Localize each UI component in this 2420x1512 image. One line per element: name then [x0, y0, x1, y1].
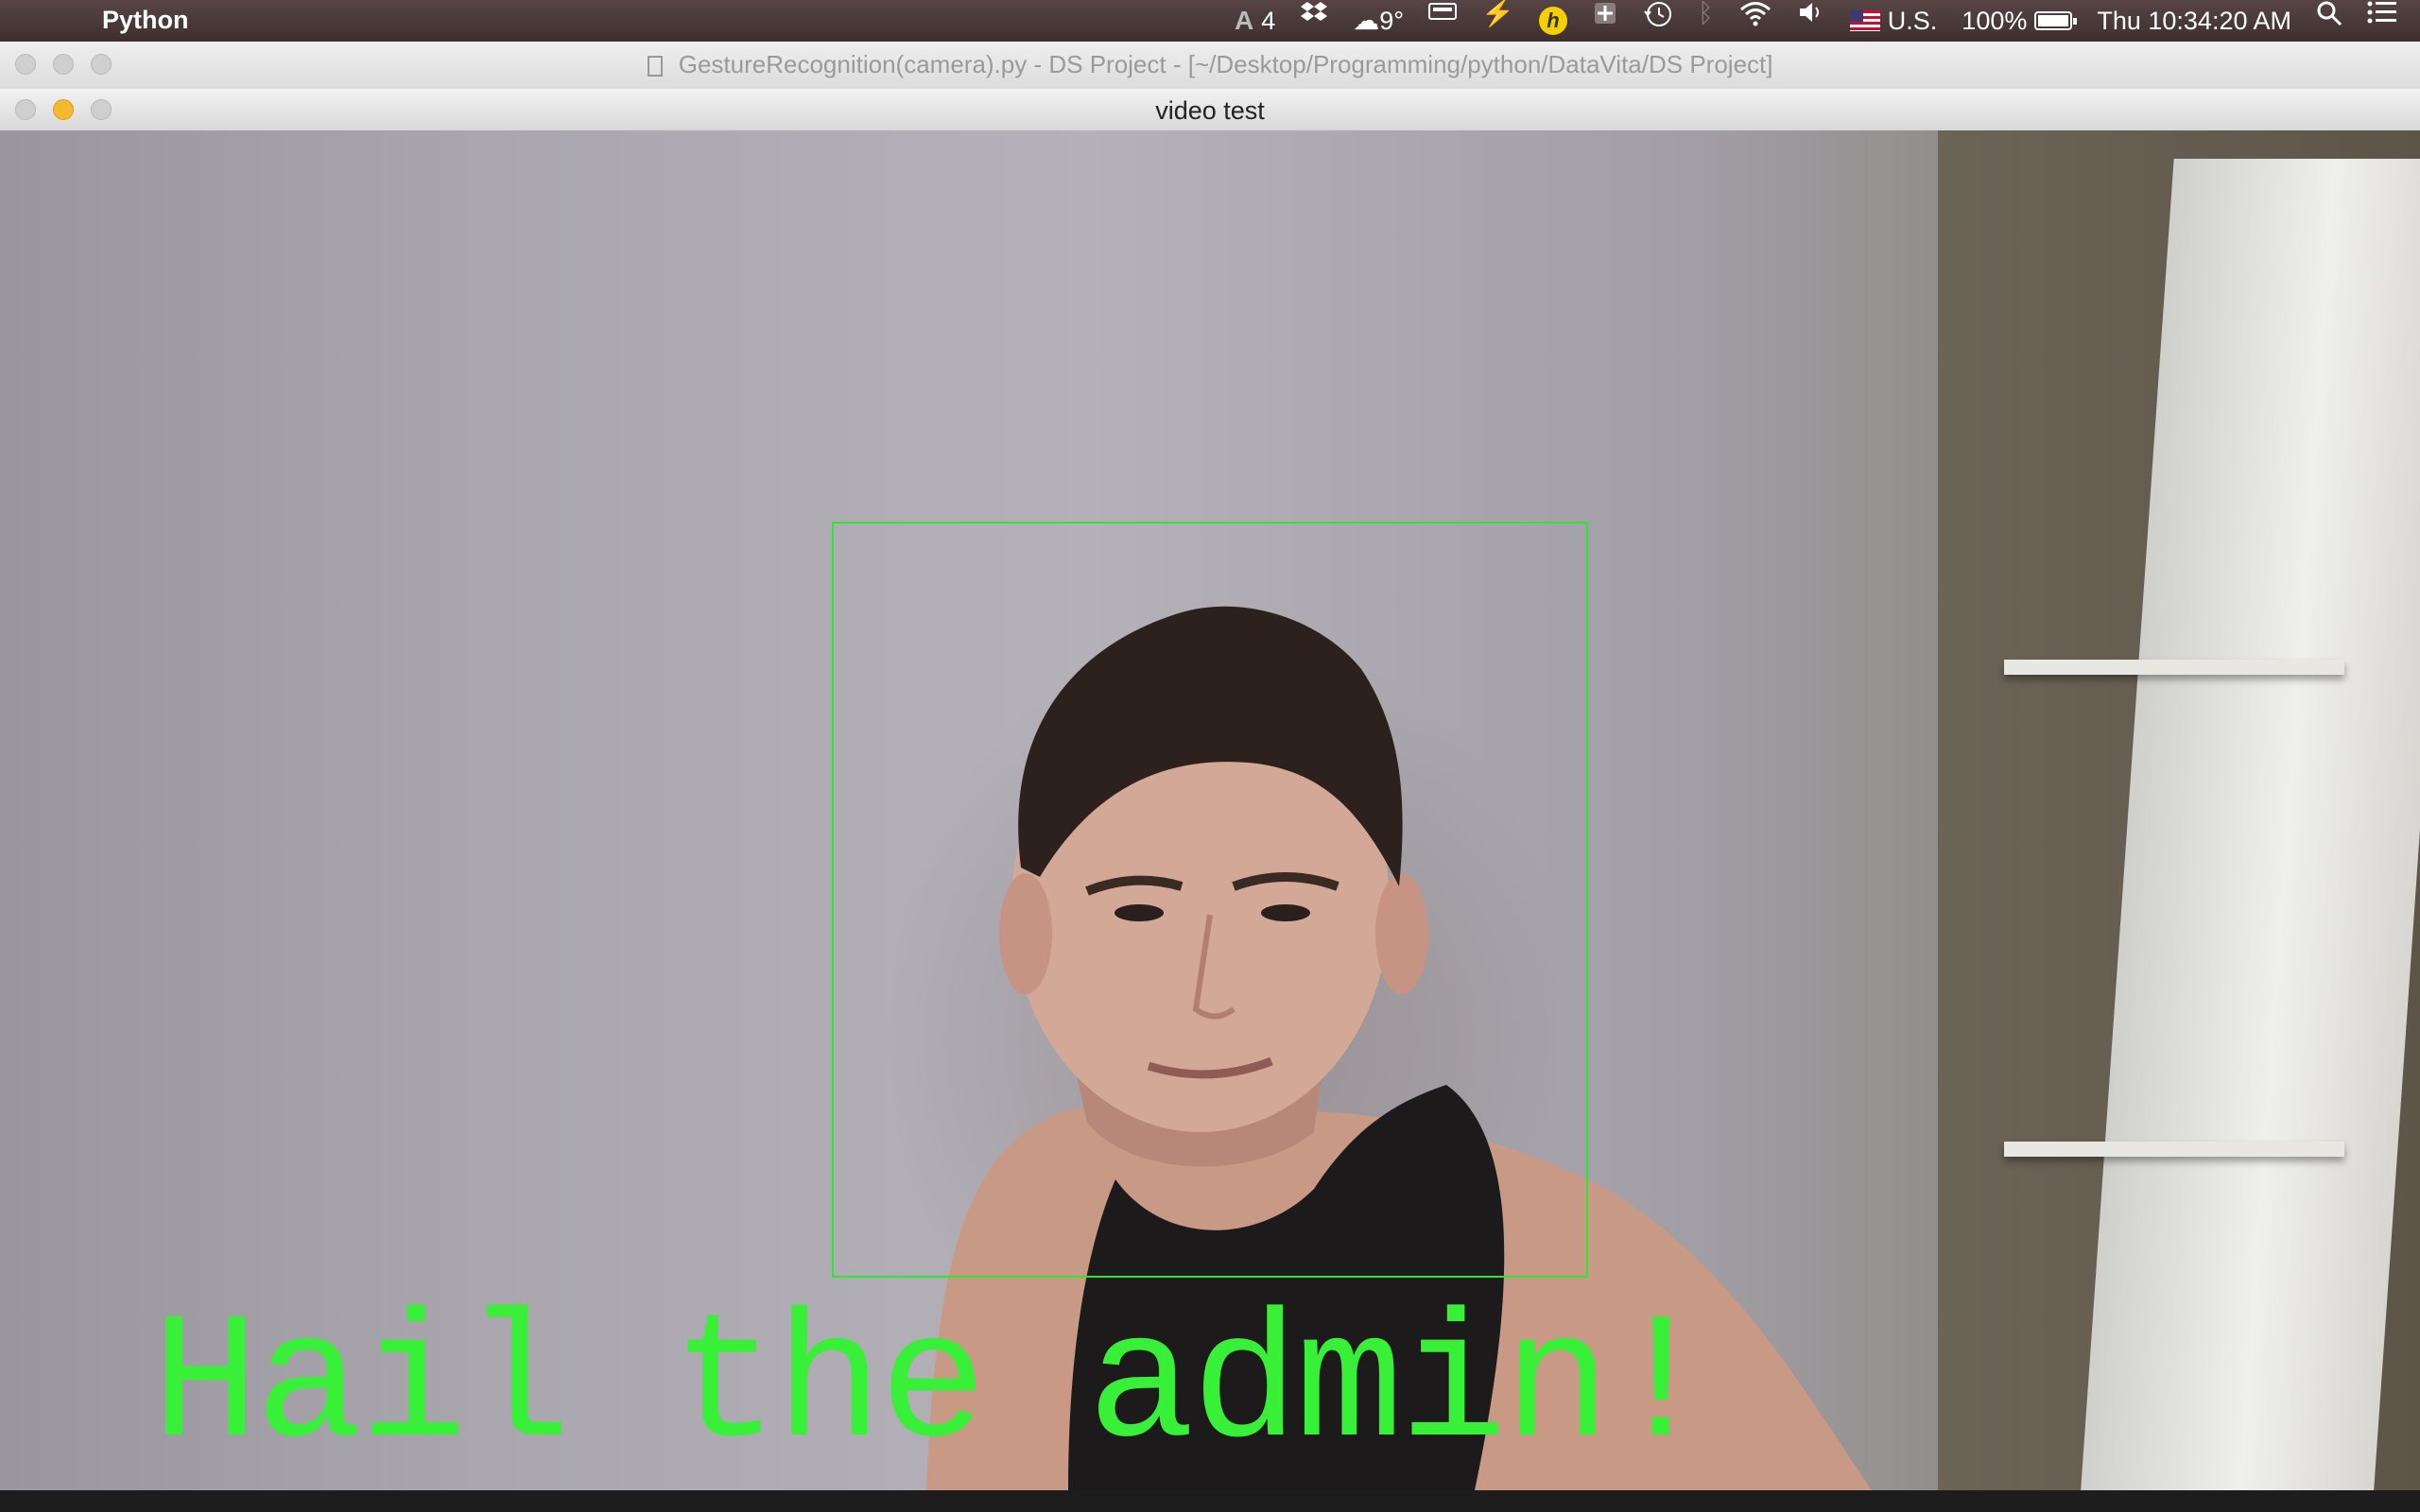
spotlight-search-icon[interactable] [2316, 0, 2342, 42]
camera-feed: Hail the admin! [0, 130, 2420, 1490]
face-detection-box [832, 522, 1588, 1278]
video-window: video test Hail the admin! [0, 89, 2420, 1512]
app-menu-python[interactable]: Python [102, 6, 189, 35]
dropbox-icon[interactable] [1300, 0, 1328, 42]
time-machine-icon[interactable] [1643, 0, 1673, 42]
wifi-icon[interactable] [1738, 0, 1772, 42]
adobe-icon: A [1235, 6, 1254, 35]
menu-bar: Python A 4 ☁ 9° ⚡ h ᛒ U.S. 100% Thu 10:3… [0, 0, 2420, 42]
bottom-strip [0, 1490, 2420, 1512]
battery-percent: 100% [1962, 6, 2028, 35]
menu-extras: A 4 ☁ 9° ⚡ h ᛒ U.S. 100% Thu 10:34:20 AM [1235, 0, 2397, 42]
battery-status-item[interactable]: 100% [1962, 0, 2078, 42]
editor-window-title: GestureRecognition(camera).py - DS Proje… [678, 50, 1773, 78]
adobe-count: 4 [1261, 6, 1276, 35]
us-flag-icon [1849, 10, 1880, 31]
python-file-icon [647, 56, 663, 77]
video-window-titlebar: video test [0, 89, 2420, 131]
display-icon[interactable] [1428, 0, 1458, 42]
weather-status-item[interactable]: ☁ 9° [1353, 0, 1404, 42]
adobe-status-item[interactable]: A 4 [1235, 0, 1275, 42]
editor-window-title-wrap: GestureRecognition(camera).py - DS Proje… [0, 50, 2420, 79]
rain-cloud-icon: ☁ [1353, 6, 1380, 35]
lightning-icon[interactable]: ⚡ [1481, 0, 1514, 42]
h-status-icon[interactable]: h [1538, 0, 1567, 42]
battery-icon [2034, 11, 2078, 30]
volume-icon[interactable] [1797, 0, 1825, 42]
notification-center-icon[interactable] [2367, 0, 2397, 42]
editor-window-titlebar: GestureRecognition(camera).py - DS Proje… [0, 42, 2420, 90]
recognition-overlay-text: Hail the admin! [151, 1286, 1715, 1489]
tools-icon[interactable] [1592, 0, 1618, 42]
video-window-title: video test [1155, 96, 1265, 125]
input-source-item[interactable]: U.S. [1849, 0, 1938, 42]
menu-clock[interactable]: Thu 10:34:20 AM [2097, 0, 2291, 42]
weather-temperature: 9° [1379, 6, 1405, 35]
input-source-label: U.S. [1887, 6, 1938, 35]
bluetooth-icon[interactable]: ᛒ [1698, 0, 1714, 42]
